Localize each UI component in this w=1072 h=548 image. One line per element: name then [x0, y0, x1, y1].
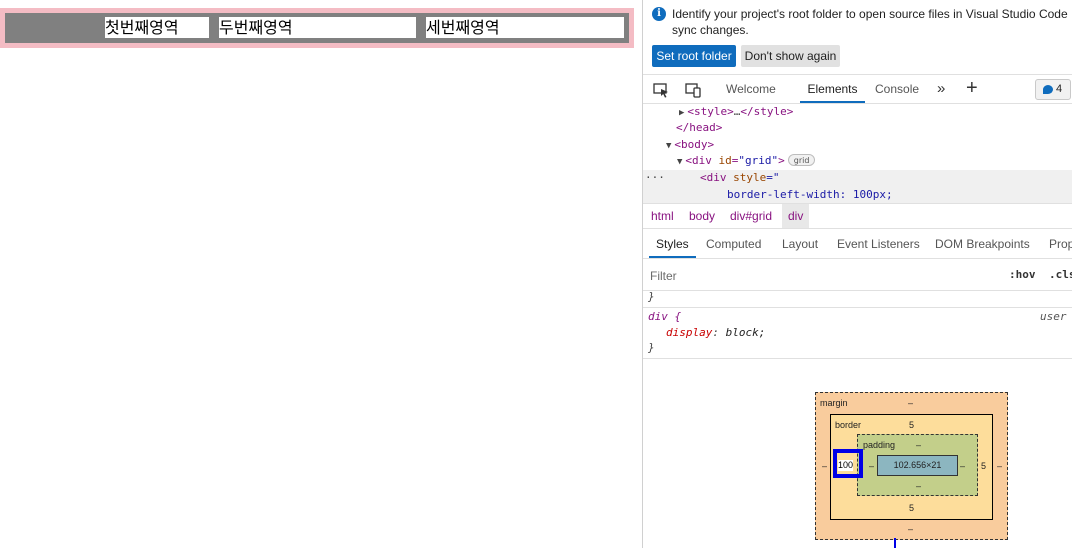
tab-elements[interactable]: Elements — [800, 75, 865, 103]
margin-bottom-value[interactable]: – — [908, 524, 913, 534]
dom-tree: ▶ <style>…</style> </head> ▼ <body> ▼ <div … — [643, 104, 1072, 206]
tab-layout[interactable]: Layout — [782, 229, 818, 258]
device-emulation-icon[interactable] — [684, 81, 702, 99]
issues-count: 4 — [1056, 83, 1063, 95]
info-icon: i — [652, 7, 666, 21]
border-right-value[interactable]: 5 — [981, 461, 986, 471]
cls-toggle[interactable]: .cls — [1049, 268, 1072, 281]
rule-origin: user — [1040, 310, 1067, 323]
dom-node-style[interactable]: ▶ <style>…</style> — [679, 104, 793, 120]
grid-cell-1: 첫번째영역 — [105, 17, 209, 38]
grid-badge[interactable]: grid — [787, 154, 816, 166]
rule-separator — [643, 358, 1072, 359]
dom-node-style-value: border-left-width: 100px; — [727, 188, 893, 201]
inspect-element-icon[interactable] — [652, 81, 670, 99]
border-top-value[interactable]: 5 — [909, 420, 914, 430]
padding-bottom-value[interactable]: – — [916, 481, 921, 491]
padding-top-value[interactable]: – — [916, 440, 921, 450]
grid-container: 첫번째영역 두번째영역 세번째영역 — [0, 8, 634, 48]
border-bottom-value[interactable]: 5 — [909, 503, 914, 513]
breadcrumb-body[interactable]: body — [689, 204, 715, 228]
rule-separator — [643, 307, 1072, 308]
dom-node-div-grid[interactable]: ▼ <div id="grid"> grid — [677, 153, 816, 169]
tab-dom-breakpoints[interactable]: DOM Breakpoints — [935, 229, 1030, 258]
tab-properties[interactable]: Prop — [1049, 229, 1072, 258]
grid-cell-3: 세번째영역 — [426, 17, 624, 38]
annotation-mark — [894, 538, 896, 548]
collapse-triangle-icon[interactable]: ▼ — [666, 141, 671, 151]
expand-triangle-icon[interactable]: ▶ — [679, 108, 684, 118]
border-left-value[interactable]: 100 — [838, 460, 854, 471]
rule-close: } — [648, 341, 655, 354]
grid-cell-2: 두번째영역 — [219, 17, 416, 38]
set-root-folder-button[interactable]: Set root folder — [652, 45, 736, 67]
border-label: border — [835, 420, 862, 430]
hov-toggle[interactable]: :hov — [1009, 268, 1036, 281]
selected-dom-node[interactable]: ··· <div style=" border-left-width: 100p… — [643, 170, 1072, 206]
tab-console[interactable]: Console — [875, 75, 919, 103]
dom-node-head-close[interactable]: </head> — [676, 120, 722, 136]
breadcrumb-html[interactable]: html — [651, 204, 674, 228]
breadcrumb: html body div#grid div — [643, 203, 1072, 229]
breadcrumb-div-grid[interactable]: div#grid — [730, 204, 772, 228]
tab-computed[interactable]: Computed — [706, 229, 761, 258]
page-preview: 첫번째영역 두번째영역 세번째영역 — [0, 0, 642, 548]
more-actions-icon[interactable]: ··· — [645, 170, 665, 186]
margin-top-value[interactable]: – — [908, 398, 913, 408]
style-rules: } div { user display: block; } — [643, 290, 1072, 359]
infobar-message: Identify your project's root folder to o… — [672, 7, 1068, 37]
dont-show-again-button[interactable]: Don't show again — [741, 45, 840, 67]
padding-left-value[interactable]: – — [869, 461, 874, 471]
devtools-panel: i Identify your project's root folder to… — [642, 0, 1072, 548]
dom-node-body[interactable]: ▼ <body> — [666, 137, 714, 153]
issues-badge[interactable]: 4 — [1035, 79, 1071, 100]
rule-selector[interactable]: div { — [648, 309, 681, 325]
margin-left-value[interactable]: – — [822, 461, 827, 471]
message-icon — [1043, 85, 1053, 94]
margin-label: margin — [820, 398, 848, 408]
dom-node-div-selected: <div style=" — [700, 171, 780, 184]
filter-input[interactable] — [645, 264, 995, 288]
padding-right-value[interactable]: – — [960, 461, 965, 471]
breadcrumb-div[interactable]: div — [782, 204, 810, 228]
padding-label: padding — [863, 440, 896, 450]
prev-rule-close: } — [648, 290, 655, 303]
rule-declaration[interactable]: display: block; — [666, 325, 765, 341]
box-model-content[interactable]: 102.656×21 — [877, 455, 958, 476]
tab-styles[interactable]: Styles — [649, 229, 696, 258]
more-tabs-icon[interactable]: » — [937, 75, 945, 103]
collapse-triangle-icon[interactable]: ▼ — [677, 157, 682, 167]
infobar: i Identify your project's root folder to… — [643, 0, 1072, 72]
add-tab-icon[interactable]: + — [966, 75, 978, 103]
grid-inner: 첫번째영역 두번째영역 세번째영역 — [5, 13, 629, 43]
devtools-toolbar: Welcome Elements Console » + 4 — [643, 74, 1072, 104]
margin-right-value[interactable]: – — [997, 461, 1002, 471]
tab-welcome[interactable]: Welcome — [726, 75, 776, 103]
styles-filter-bar: :hov .cls — [643, 260, 1072, 291]
styles-subtabs: Styles Computed Layout Event Listeners D… — [643, 229, 1072, 259]
tab-event-listeners[interactable]: Event Listeners — [837, 229, 920, 258]
